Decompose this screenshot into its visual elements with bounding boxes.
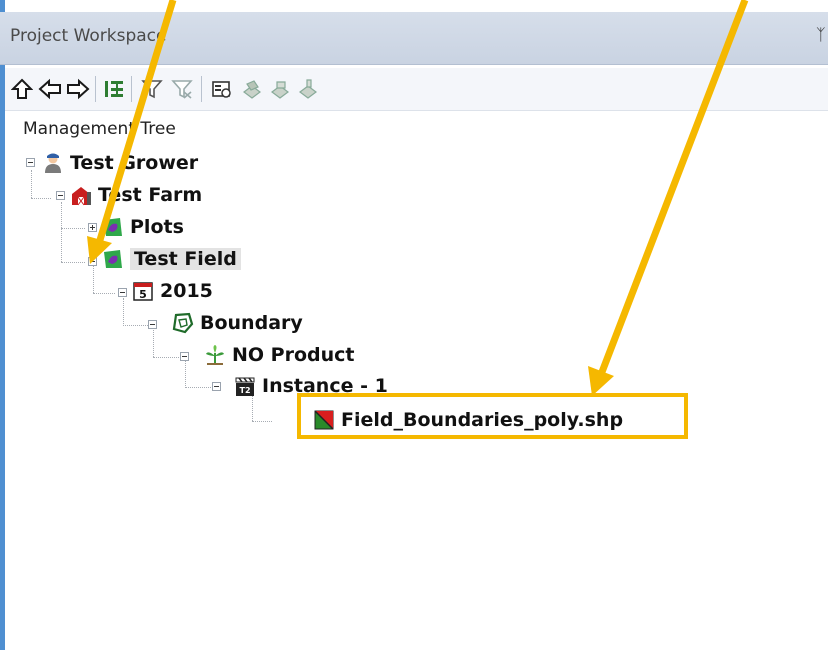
annotation-arrow-left [96,0,177,242]
annotation-arrow-left-head [87,236,112,264]
annotation-arrows [87,0,749,396]
annotation-arrow-right [598,0,749,374]
